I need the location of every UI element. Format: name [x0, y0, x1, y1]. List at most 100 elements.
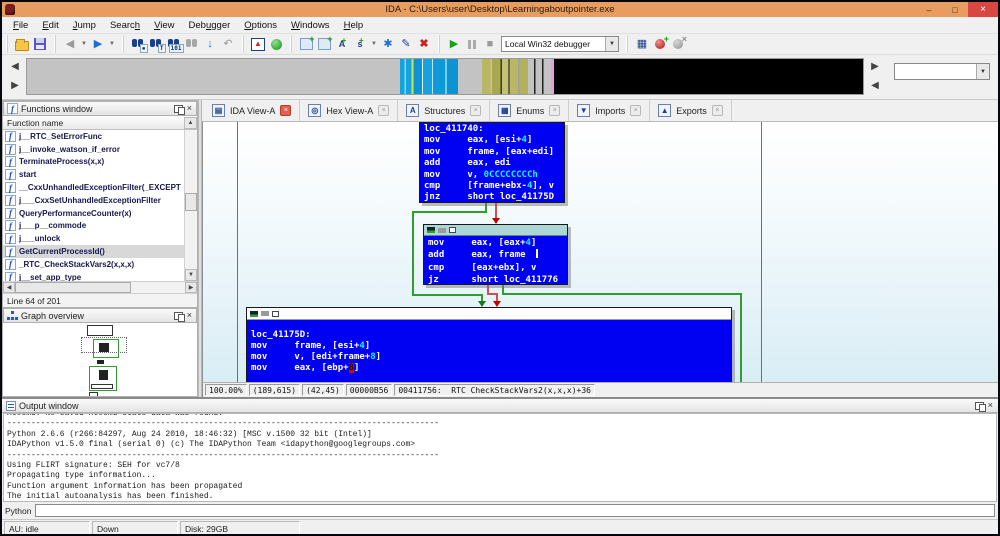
- tab-close-icon[interactable]: ×: [630, 105, 642, 116]
- functions-vscroll-thumb[interactable]: [185, 192, 197, 211]
- marked-code-band[interactable]: [527, 59, 552, 94]
- edit-function-icon[interactable]: ✎: [398, 36, 414, 52]
- jump-address-icon[interactable]: ↓: [202, 36, 218, 52]
- block-title-bar[interactable]: [247, 308, 731, 320]
- address-select-dropdown-icon[interactable]: ▼: [976, 64, 989, 79]
- function-list-item[interactable]: f GetCurrentProcessId(): [3, 245, 184, 258]
- tab-ida-view-a[interactable]: ▤ IDA View-A ×: [204, 100, 301, 121]
- tab-close-icon[interactable]: ×: [280, 105, 292, 116]
- data-band[interactable]: [481, 59, 528, 94]
- function-list-item[interactable]: f j___CxxSetUnhandledExceptionFilter: [3, 194, 184, 207]
- segment-dropdown-icon[interactable]: ▼: [370, 36, 378, 52]
- analysis-indicator-icon[interactable]: [268, 36, 284, 52]
- navband-scroll-right-icon[interactable]: ▶: [11, 80, 19, 91]
- basic-block-middle[interactable]: mov eax, [eax+4] add eax, frame cmp [eax+…: [423, 224, 568, 285]
- menu-item-options[interactable]: Options: [237, 18, 284, 33]
- function-list-item[interactable]: f start: [3, 168, 184, 181]
- basic-block-loc_41175D[interactable]: loc_41175D: mov frame, [esi+4] mov v, [edi…: [246, 307, 732, 382]
- functions-scroll-right-icon[interactable]: ▶: [185, 282, 197, 293]
- menu-item-file[interactable]: File: [6, 18, 35, 33]
- function-list-item[interactable]: f j__set_app_type: [3, 271, 184, 281]
- navigate-back-icon[interactable]: ◀: [62, 36, 78, 52]
- delete-breakpoint-icon[interactable]: [670, 34, 687, 52]
- menu-item-help[interactable]: Help: [337, 18, 371, 33]
- search-value-icon[interactable]: [166, 36, 184, 53]
- graph-overview-pin-icon[interactable]: [173, 311, 185, 322]
- tab-close-icon[interactable]: ×: [711, 105, 723, 116]
- back-history-dropdown-icon[interactable]: ▼: [80, 36, 88, 52]
- functions-horizontal-scrollbar[interactable]: ◀ ▶: [3, 281, 197, 293]
- menu-item-search[interactable]: Search: [103, 18, 147, 33]
- open-windows-list-icon[interactable]: ▦: [634, 36, 650, 52]
- graph-view[interactable]: loc_411740: mov eax, [esi+4] mov frame, [e…: [202, 122, 998, 382]
- add-name-icon[interactable]: A: [334, 36, 350, 52]
- debugger-stop-icon[interactable]: ■: [482, 36, 498, 52]
- menu-item-windows[interactable]: Windows: [284, 18, 337, 33]
- graph-overview-minimap[interactable]: [3, 323, 197, 396]
- undefined-band[interactable]: [554, 59, 863, 94]
- menu-item-edit[interactable]: Edit: [35, 18, 65, 33]
- minimize-button[interactable]: –: [916, 2, 942, 17]
- regular-code-band[interactable]: [457, 59, 482, 94]
- navigation-band[interactable]: [26, 58, 864, 95]
- graph-overview-close-icon[interactable]: ×: [186, 311, 193, 320]
- navband-zoom-out-icon[interactable]: ◀: [871, 80, 879, 91]
- output-close-icon[interactable]: ×: [987, 401, 994, 410]
- functions-scroll-left-icon[interactable]: ◀: [3, 282, 15, 293]
- function-list-item[interactable]: f j__RTC_SetErrorFunc: [3, 130, 184, 143]
- menu-item-debugger[interactable]: Debugger: [182, 18, 238, 33]
- functions-vscroll-track[interactable]: [185, 130, 197, 269]
- menu-item-view[interactable]: View: [147, 18, 181, 33]
- search-bytes-icon[interactable]: [130, 36, 148, 53]
- navband-scroll-left-icon[interactable]: ◀: [11, 61, 19, 72]
- maximize-button[interactable]: □: [942, 2, 968, 17]
- functions-hscroll-track[interactable]: [15, 282, 185, 293]
- function-list-item[interactable]: f TerminateProcess(x,x): [3, 156, 184, 169]
- output-pin-icon[interactable]: [974, 401, 986, 412]
- basic-block-loc_411740[interactable]: loc_411740: mov eax, [esi+4] mov frame, [e…: [419, 122, 565, 203]
- python-input[interactable]: [35, 504, 995, 517]
- add-breakpoint-icon[interactable]: [652, 34, 669, 52]
- add-enum-icon[interactable]: [316, 34, 333, 52]
- debugger-start-icon[interactable]: ▶: [446, 36, 462, 52]
- functions-scroll-up-icon[interactable]: ▲: [184, 116, 197, 129]
- save-file-icon[interactable]: [32, 36, 48, 52]
- function-list-item[interactable]: f QueryPerformanceCounter(x): [3, 207, 184, 220]
- block-title-bar[interactable]: [424, 225, 567, 236]
- regular-code-band[interactable]: [27, 59, 400, 94]
- search-next-icon[interactable]: [184, 36, 200, 52]
- navigate-forward-icon[interactable]: ▶: [90, 36, 106, 52]
- add-segment-icon[interactable]: s: [352, 36, 368, 52]
- tab-close-icon[interactable]: ×: [378, 105, 390, 116]
- debugger-select[interactable]: Local Win32 debugger ▼: [501, 36, 619, 52]
- tab-close-icon[interactable]: ×: [470, 105, 482, 116]
- add-structure-icon[interactable]: [298, 34, 315, 52]
- functions-hscroll-thumb[interactable]: [15, 282, 131, 293]
- close-button[interactable]: ×: [968, 2, 998, 17]
- tab-enums[interactable]: ▦ Enums ×: [490, 100, 570, 121]
- navband-zoom-in-icon[interactable]: ▶: [871, 61, 879, 72]
- functions-column-header[interactable]: Function name ▲: [3, 116, 197, 130]
- undo-search-icon[interactable]: ↶: [220, 36, 236, 52]
- library-functions-band[interactable]: [399, 59, 458, 94]
- output-log[interactable]: Xtoemd: No saved Xtoemd state data was f…: [3, 413, 997, 502]
- tab-imports[interactable]: ▼ Imports ×: [569, 100, 651, 121]
- debugger-select-dropdown-icon[interactable]: ▼: [605, 37, 618, 51]
- tab-close-icon[interactable]: ×: [549, 105, 561, 116]
- colors-icon[interactable]: ▲: [250, 36, 266, 52]
- address-select[interactable]: ▼: [894, 63, 990, 80]
- functions-close-icon[interactable]: ×: [186, 104, 193, 113]
- tab-hex-view-a[interactable]: ◎ Hex View-A ×: [300, 100, 399, 121]
- function-list-item[interactable]: f j__invoke_watson_if_error: [3, 143, 184, 156]
- forward-history-dropdown-icon[interactable]: ▼: [108, 36, 116, 52]
- function-list-item[interactable]: f j___p__commode: [3, 220, 184, 233]
- search-text-icon[interactable]: [148, 36, 166, 53]
- snowflake-icon[interactable]: ✱: [380, 36, 396, 52]
- delete-function-icon[interactable]: ✖: [416, 36, 432, 52]
- functions-scroll-down-icon[interactable]: ▼: [185, 269, 197, 281]
- tab-exports[interactable]: ▲ Exports ×: [650, 100, 732, 121]
- functions-pin-icon[interactable]: [173, 104, 185, 115]
- functions-vertical-scrollbar[interactable]: ▼: [184, 130, 197, 281]
- function-list-item[interactable]: f _RTC_CheckStackVars2(x,x,x): [3, 258, 184, 271]
- function-list-item[interactable]: f __CxxUnhandledExceptionFilter(_EXCEPT: [3, 181, 184, 194]
